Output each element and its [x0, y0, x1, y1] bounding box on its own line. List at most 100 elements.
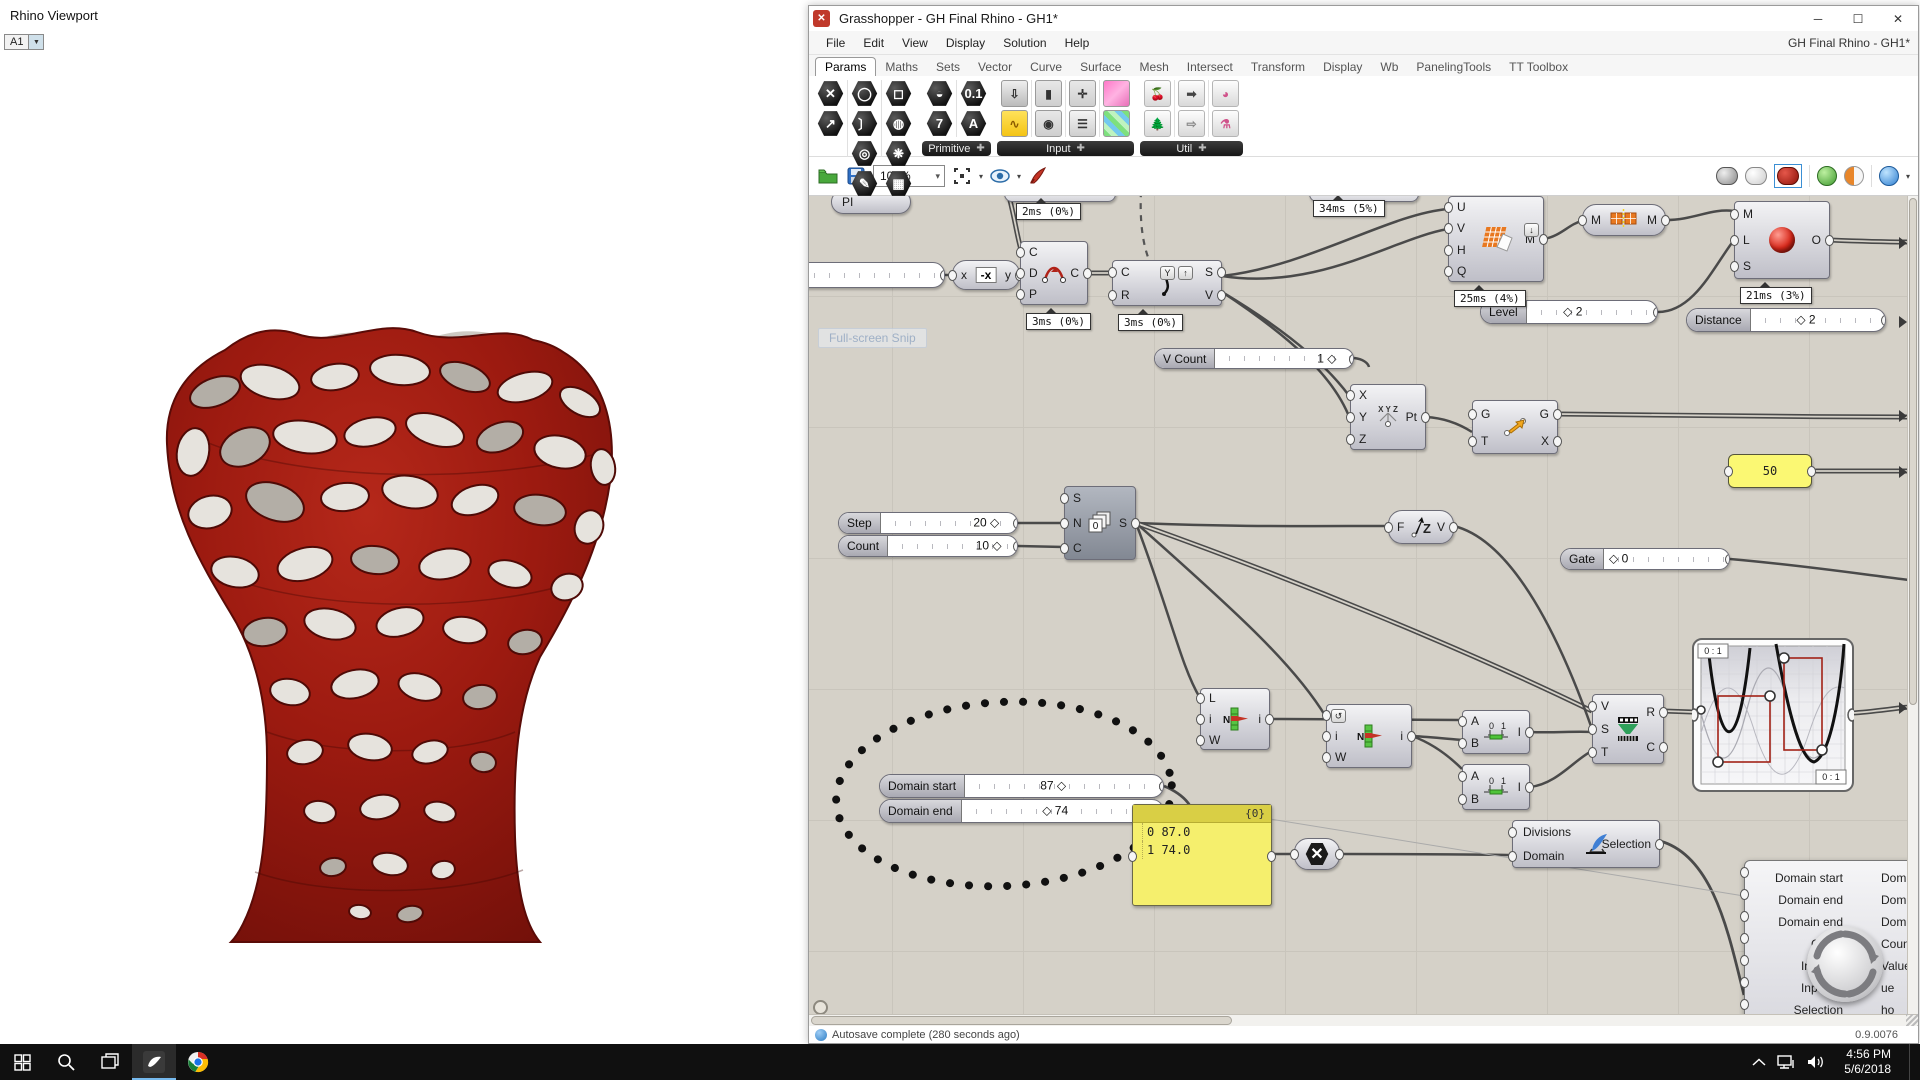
output-port-i[interactable]: i [1258, 712, 1261, 726]
circle-param-icon[interactable]: ◯ [851, 80, 878, 107]
tab-display[interactable]: Display [1314, 58, 1371, 76]
component-moveg[interactable]: GTGX [1472, 400, 1558, 454]
slider-value[interactable]: ◇ 0 [1609, 552, 1628, 566]
geometry-pipeline-icon[interactable]: ✕ [817, 80, 844, 107]
preview-eye-icon[interactable] [989, 165, 1011, 187]
output-port-i[interactable]: i [1400, 729, 1403, 743]
mini-button-↓[interactable]: ↓ [1524, 223, 1539, 237]
mini-button-↺[interactable]: ↺ [1331, 709, 1346, 723]
input-port-R[interactable]: R [1121, 288, 1130, 302]
slider-leftcut[interactable] [809, 262, 945, 288]
component-unitz[interactable]: FVZ [1388, 510, 1454, 544]
input-port-i[interactable]: i [1209, 712, 1212, 726]
component-ptsel[interactable]: DivisionsDomainSelection [1512, 820, 1660, 868]
ribbon-group-label[interactable]: Util✚ [1140, 141, 1243, 156]
input-port-C[interactable]: C [1121, 265, 1130, 279]
input-port-Q[interactable]: Q [1457, 264, 1466, 278]
box-param-icon[interactable]: ◻ [885, 80, 912, 107]
panel-icon[interactable]: ☰ [1069, 110, 1096, 137]
preview-shaded-selected[interactable] [1774, 164, 1802, 188]
tab-mesh[interactable]: Mesh [1130, 58, 1177, 76]
component-mm[interactable]: MM [1582, 204, 1666, 236]
input-port-B[interactable]: B [1471, 736, 1479, 750]
tab-tt-toolbox[interactable]: TT Toolbox [1500, 58, 1577, 76]
menu-file[interactable]: File [817, 33, 854, 53]
input-port-N[interactable]: N [1073, 516, 1082, 530]
slider-track[interactable]: 10 ◇ [888, 536, 1017, 556]
boolean-toggle-icon[interactable]: ▮ [1035, 80, 1062, 107]
viewport-tab-dropdown-icon[interactable]: ▼ [29, 34, 44, 50]
relay-icon[interactable]: ➡ [1178, 80, 1205, 107]
slider-gate[interactable]: Gate◇ 0 [1560, 548, 1730, 570]
slider-track[interactable]: ◇ 0 [1604, 549, 1729, 569]
open-file-icon[interactable] [817, 165, 839, 187]
chrome-taskbar-icon[interactable] [176, 1044, 220, 1080]
md-slider-icon[interactable]: ✛ [1069, 80, 1096, 107]
menu-display[interactable]: Display [937, 33, 994, 53]
popup-row[interactable]: Domain endDom [1745, 889, 1907, 911]
mini-button-Y[interactable]: Y [1160, 266, 1175, 280]
slider-track[interactable]: 1 ◇ [1215, 349, 1353, 368]
input-port-Domain[interactable]: Domain [1523, 849, 1564, 863]
integer-param-icon[interactable]: 7 [926, 110, 953, 137]
input-port-T[interactable]: T [1481, 434, 1488, 448]
resize-grip[interactable] [1906, 1014, 1918, 1026]
component-xneg[interactable]: xy-x [952, 260, 1020, 290]
menu-edit[interactable]: Edit [854, 33, 893, 53]
data-dam-icon[interactable]: ◕ [1212, 80, 1239, 107]
galapagos-icon[interactable]: ⚗ [1212, 110, 1239, 137]
component-crsv[interactable]: CRSVY↑ [1112, 260, 1222, 306]
input-port-Y[interactable]: Y [1359, 410, 1367, 424]
input-port-P[interactable]: P [1029, 287, 1037, 301]
component-series[interactable]: SNCS210 [1064, 486, 1136, 560]
graph-mapper-component[interactable]: 0 : 1 0 : 1 [1692, 638, 1854, 792]
slider-value[interactable]: ◇ 2 [1563, 305, 1582, 319]
slider-track[interactable]: 87 ◇ [965, 775, 1163, 797]
preview-material-icon[interactable] [1844, 166, 1864, 186]
input-port-Z[interactable]: Z [1359, 432, 1366, 446]
output-port-I[interactable]: I [1518, 725, 1521, 739]
component-cd1[interactable]: ABI01 [1462, 710, 1530, 754]
geometry-cache-icon[interactable]: ↗ [817, 110, 844, 137]
input-port-F[interactable]: F [1397, 520, 1404, 534]
output-port-G[interactable]: G [1540, 407, 1549, 421]
jump-icon[interactable]: ⇨ [1178, 110, 1205, 137]
control-knob-icon[interactable]: ◉ [1035, 110, 1062, 137]
output-port-V[interactable]: V [1437, 520, 1445, 534]
slider-vcount[interactable]: V Count1 ◇ [1154, 348, 1354, 369]
network-icon[interactable] [1776, 1054, 1796, 1070]
input-port-X[interactable]: X [1359, 388, 1367, 402]
input-port-M[interactable]: M [1743, 207, 1753, 221]
gh-canvas[interactable]: Level◇ 2Distance◇ 2V Count1 ◇Step20 ◇Cou… [809, 196, 1907, 1014]
preview-dropdown-caret[interactable]: ▾ [1017, 172, 1021, 181]
slider-value[interactable]: 87 ◇ [1040, 779, 1066, 793]
slider-value[interactable]: 1 ◇ [1317, 351, 1336, 365]
input-port-M[interactable]: M [1591, 213, 1601, 227]
tab-sets[interactable]: Sets [927, 58, 969, 76]
tab-panelingtools[interactable]: PanelingTools [1407, 58, 1500, 76]
slider-track[interactable]: ◇ 2 [1751, 309, 1885, 331]
input-port-V[interactable]: V [1457, 221, 1465, 235]
slider-value[interactable]: ◇ 2 [1796, 313, 1815, 327]
output-port-R[interactable]: R [1646, 705, 1655, 719]
input-port-Divisions[interactable]: Divisions [1523, 825, 1571, 839]
output-port-S[interactable]: S [1119, 516, 1127, 530]
input-port-W[interactable]: W [1335, 750, 1346, 764]
input-port-B[interactable]: B [1471, 792, 1479, 806]
slider-distance[interactable]: Distance◇ 2 [1686, 308, 1886, 332]
tab-transform[interactable]: Transform [1242, 58, 1314, 76]
preview-off-icon[interactable] [1716, 167, 1738, 185]
component-li1[interactable]: LiWiN [1200, 688, 1270, 750]
slider-track[interactable] [809, 263, 944, 287]
input-port-D[interactable]: D [1029, 266, 1038, 280]
input-port-G[interactable]: G [1481, 407, 1490, 421]
slider-step[interactable]: Step20 ◇ [838, 512, 1018, 534]
start-button[interactable] [0, 1044, 44, 1080]
output-port-M[interactable]: M [1647, 213, 1657, 227]
input-port-L[interactable]: L [1743, 233, 1750, 247]
input-port-S[interactable]: S [1073, 491, 1081, 505]
gradient-icon[interactable] [1103, 110, 1130, 137]
input-port-H[interactable]: H [1457, 243, 1466, 257]
input-port-S[interactable]: S [1743, 259, 1751, 273]
canvas-vertical-scrollbar[interactable] [1907, 196, 1918, 1014]
